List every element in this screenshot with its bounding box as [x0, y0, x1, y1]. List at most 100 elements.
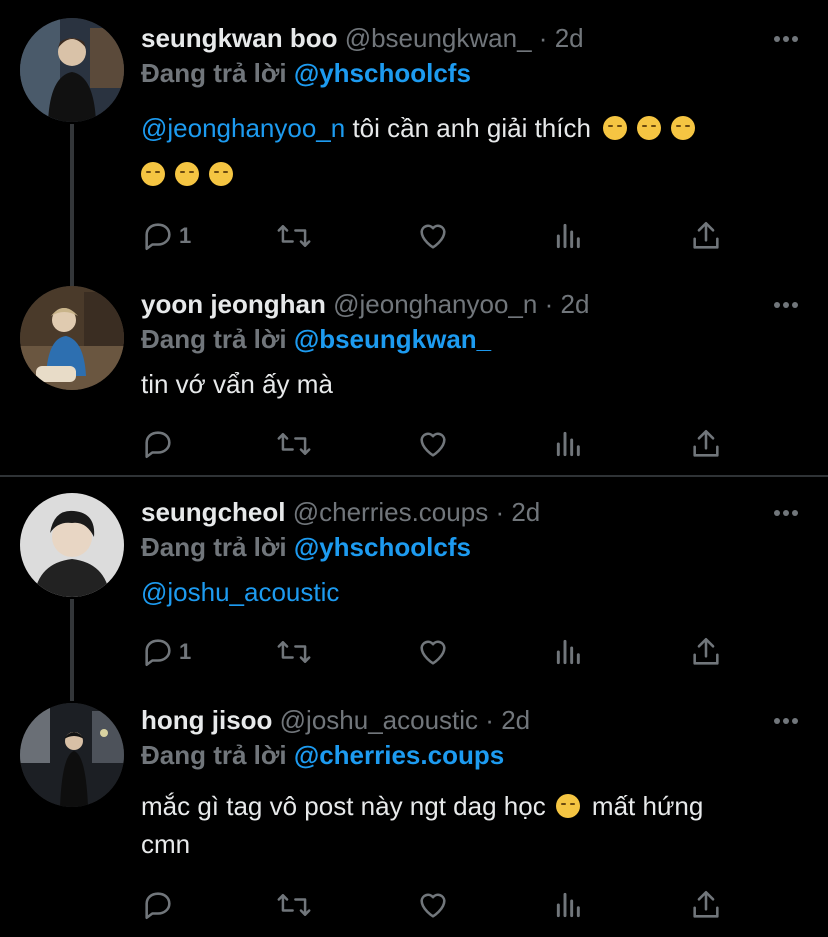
share-button[interactable]: [689, 426, 723, 462]
reply-icon: [145, 892, 171, 920]
pensive-emoji-icon: [637, 116, 662, 140]
analytics-button[interactable]: [553, 218, 585, 254]
mention-link[interactable]: @jeonghanyoo_n: [141, 113, 345, 143]
action-bar: 1: [141, 218, 741, 254]
pensive-emoji-icon: [671, 116, 696, 140]
reply-to-handle[interactable]: @bseungkwan_: [294, 324, 491, 354]
share-icon: [693, 890, 719, 918]
tweet-text-line-2: cmn: [141, 829, 191, 859]
action-bar: [141, 887, 741, 923]
reply-to-handle[interactable]: @yhschoolcfs: [294, 58, 471, 88]
like-icon: [420, 224, 446, 249]
avatar[interactable]: [20, 703, 124, 807]
analytics-icon: [556, 223, 580, 249]
handle[interactable]: @cherries.coups: [293, 497, 488, 527]
retweet-button[interactable]: [276, 218, 312, 254]
analytics-button[interactable]: [553, 887, 585, 923]
action-bar: 1: [141, 634, 741, 670]
display-name[interactable]: yoon jeonghan: [141, 289, 326, 319]
share-button[interactable]: [689, 634, 723, 670]
reply-icon: [145, 431, 171, 459]
timestamp[interactable]: 2d: [501, 705, 530, 735]
reply-count: 1: [179, 639, 192, 664]
timestamp[interactable]: 2d: [511, 497, 540, 527]
pensive-emoji-icon: [141, 162, 165, 186]
like-button[interactable]: [416, 887, 450, 923]
tweet-header: hong jisoo @joshu_acoustic · 2d: [141, 704, 530, 736]
more-icon[interactable]: [774, 718, 798, 726]
tweet[interactable]: hong jisoo @joshu_acoustic · 2d Đang trả…: [0, 687, 828, 937]
more-icon[interactable]: [774, 510, 798, 518]
thread-line: [70, 599, 74, 701]
tweet-header: seungkwan boo @bseungkwan_ · 2d: [141, 22, 584, 54]
retweet-icon: [277, 225, 311, 247]
share-button[interactable]: [689, 218, 723, 254]
action-bar: [141, 426, 741, 462]
tweet[interactable]: seungcheol @cherries.coups · 2d Đang trả…: [0, 477, 828, 701]
thread-line: [70, 124, 74, 286]
analytics-icon: [556, 431, 580, 457]
share-icon: [693, 221, 719, 249]
pensive-emoji-icon: [555, 794, 580, 818]
like-button[interactable]: [416, 634, 450, 670]
retweet-button[interactable]: [276, 887, 312, 923]
reply-prefix: Đang trả lời: [141, 740, 287, 770]
reply-to-handle[interactable]: @cherries.coups: [294, 740, 504, 770]
more-icon[interactable]: [774, 302, 798, 310]
reply-button[interactable]: [141, 426, 175, 462]
reply-button[interactable]: 1: [141, 634, 191, 670]
timestamp[interactable]: 2d: [555, 23, 584, 53]
reply-icon: [145, 223, 171, 251]
avatar[interactable]: [20, 286, 124, 390]
tweet-text: @joshu_acoustic: [141, 569, 788, 615]
tweet-text: mắc gì tag vô post này ngt dag học mất h…: [141, 787, 788, 863]
tweet-text-content: tin vớ vẩn ấy mà: [141, 369, 333, 399]
tweet[interactable]: seungkwan boo @bseungkwan_ · 2d Đang trả…: [0, 0, 828, 286]
handle[interactable]: @jeonghanyoo_n: [333, 289, 537, 319]
retweet-icon: [277, 641, 311, 663]
timestamp[interactable]: 2d: [561, 289, 590, 319]
pensive-emoji-icon: [209, 162, 233, 186]
share-icon: [693, 637, 719, 665]
reply-count: 1: [179, 223, 192, 248]
avatar[interactable]: [20, 493, 124, 597]
separator: ·: [538, 23, 548, 53]
reply-to-handle[interactable]: @yhschoolcfs: [294, 532, 471, 562]
like-icon: [420, 640, 446, 665]
pensive-emoji-icon: [603, 116, 628, 140]
retweet-button[interactable]: [276, 426, 312, 462]
analytics-button[interactable]: [553, 426, 585, 462]
tweet-header: yoon jeonghan @jeonghanyoo_n · 2d: [141, 288, 589, 320]
reply-prefix: Đang trả lời: [141, 324, 287, 354]
retweet-icon: [277, 433, 311, 455]
display-name[interactable]: seungcheol: [141, 497, 285, 527]
separator: ·: [485, 705, 494, 735]
reply-context: Đang trả lời @cherries.coups: [141, 739, 504, 771]
separator: ·: [495, 497, 505, 527]
share-icon: [693, 429, 719, 457]
tweet[interactable]: yoon jeonghan @jeonghanyoo_n · 2d Đang t…: [0, 270, 828, 475]
handle[interactable]: @bseungkwan_: [345, 23, 532, 53]
avatar[interactable]: [20, 18, 124, 122]
reply-icon: [145, 639, 171, 667]
handle[interactable]: @joshu_acoustic: [280, 705, 478, 735]
display-name[interactable]: seungkwan boo: [141, 23, 337, 53]
reply-context: Đang trả lời @bseungkwan_: [141, 323, 491, 355]
more-icon[interactable]: [774, 36, 798, 44]
reply-prefix: Đang trả lời: [141, 58, 287, 88]
reply-prefix: Đang trả lời: [141, 532, 287, 562]
retweet-button[interactable]: [276, 634, 312, 670]
tweet-text-content: tôi cần anh giải thích: [345, 113, 591, 143]
like-button[interactable]: [416, 218, 450, 254]
analytics-icon: [556, 639, 580, 665]
tweet-text: @jeonghanyoo_n tôi cần anh giải thích: [141, 105, 788, 197]
like-button[interactable]: [416, 426, 450, 462]
like-icon: [420, 893, 446, 918]
reply-button[interactable]: 1: [141, 218, 191, 254]
analytics-button[interactable]: [553, 634, 585, 670]
share-button[interactable]: [689, 887, 723, 923]
display-name[interactable]: hong jisoo: [141, 705, 272, 735]
mention-link[interactable]: @joshu_acoustic: [141, 577, 339, 607]
reply-button[interactable]: [141, 887, 175, 923]
analytics-icon: [556, 892, 580, 918]
